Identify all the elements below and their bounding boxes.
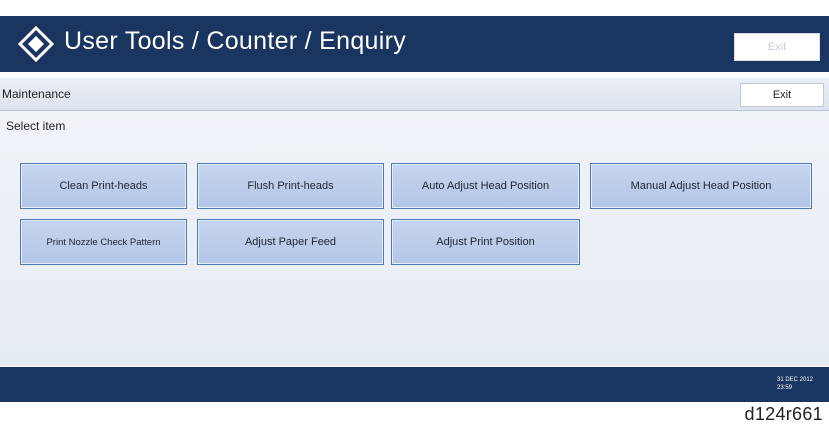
maintenance-bar: Maintenance Exit bbox=[0, 78, 829, 111]
status-datetime: 31 DEC 2012 23:59 bbox=[777, 376, 813, 392]
figure-id-label: d124r661 bbox=[744, 404, 823, 424]
exit-button[interactable]: Exit bbox=[740, 83, 824, 107]
auto-adjust-head-position-button[interactable]: Auto Adjust Head Position bbox=[391, 163, 580, 209]
ricoh-diamond-icon bbox=[18, 26, 54, 62]
maintenance-title: Maintenance bbox=[2, 87, 71, 101]
adjust-print-position-button[interactable]: Adjust Print Position bbox=[391, 219, 580, 265]
status-bar: 31 DEC 2012 23:59 bbox=[0, 367, 829, 402]
adjust-paper-feed-button[interactable]: Adjust Paper Feed bbox=[197, 219, 384, 265]
flush-print-heads-button[interactable]: Flush Print-heads bbox=[197, 163, 384, 209]
content-area: Select item Clean Print-heads Flush Prin… bbox=[0, 111, 829, 366]
operation-panel-screen: User Tools / Counter / Enquiry Exit Main… bbox=[0, 16, 829, 402]
page-title: User Tools / Counter / Enquiry bbox=[64, 27, 407, 55]
status-date: 31 DEC 2012 bbox=[777, 377, 814, 383]
title-bar: User Tools / Counter / Enquiry Exit bbox=[0, 16, 829, 72]
title-exit-button[interactable]: Exit bbox=[734, 33, 820, 61]
manual-adjust-head-position-button[interactable]: Manual Adjust Head Position bbox=[590, 163, 812, 209]
print-nozzle-check-pattern-button[interactable]: Print Nozzle Check Pattern bbox=[20, 219, 187, 265]
clean-print-heads-button[interactable]: Clean Print-heads bbox=[20, 163, 187, 209]
status-time: 23:59 bbox=[777, 385, 793, 391]
select-item-prompt: Select item bbox=[6, 119, 66, 133]
